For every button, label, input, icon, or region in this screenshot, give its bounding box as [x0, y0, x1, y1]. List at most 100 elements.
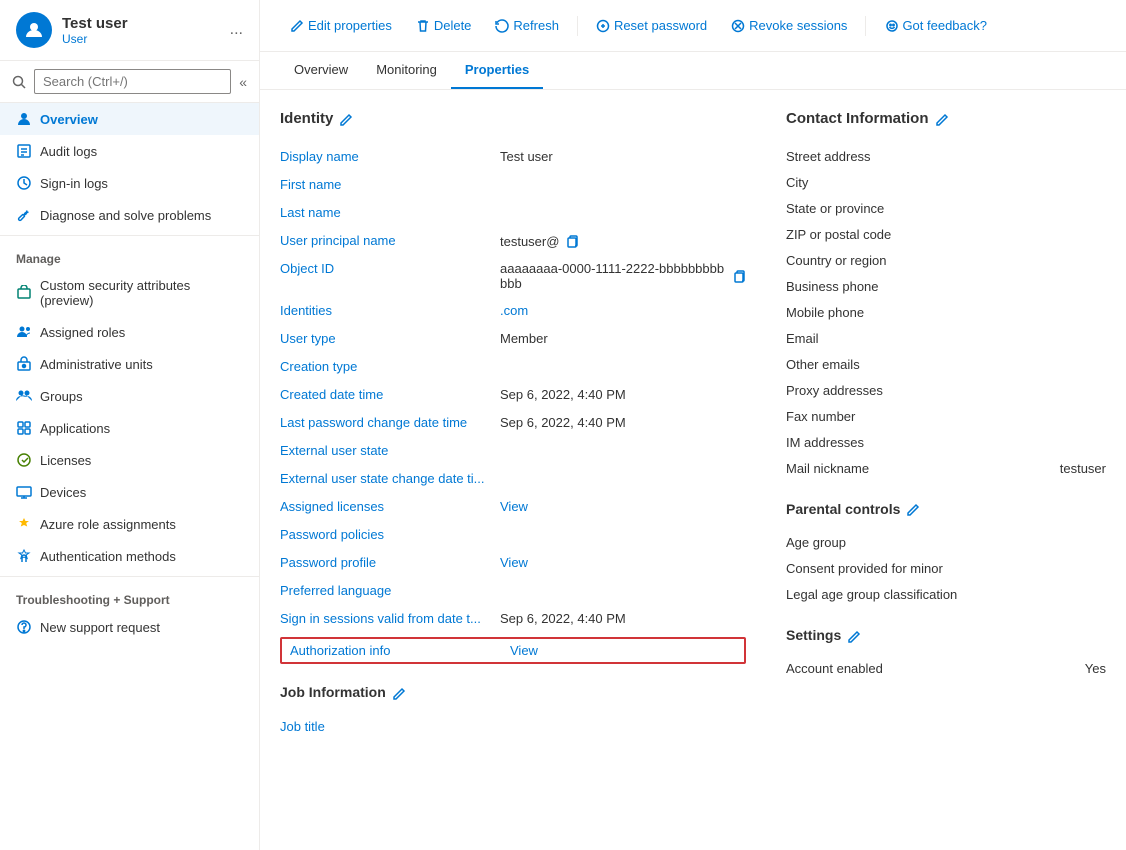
admin-units-icon — [16, 356, 32, 372]
prop-assigned-licenses: Assigned licenses View — [280, 493, 746, 521]
sidebar-item-azure-roles[interactable]: Azure role assignments — [0, 508, 259, 540]
sidebar-item-auth-methods[interactable]: Authentication methods — [0, 540, 259, 572]
sidebar-item-overview[interactable]: Overview — [0, 103, 259, 135]
authorization-info-row: Authorization info View — [280, 637, 746, 664]
prop-first-name: First name — [280, 171, 746, 199]
search-input[interactable] — [34, 69, 231, 94]
auth-methods-label: Authentication methods — [40, 549, 176, 564]
admin-units-label: Administrative units — [40, 357, 153, 372]
contact-section-title: Contact Information — [786, 110, 1106, 127]
licenses-icon — [16, 452, 32, 468]
parental-age-group: Age group — [786, 529, 1106, 555]
overview-label: Overview — [40, 112, 98, 127]
collapse-button[interactable]: « — [239, 74, 247, 90]
feedback-button[interactable]: Got feedback? — [874, 12, 997, 39]
prop-last-name: Last name — [280, 199, 746, 227]
main-content: Edit properties Delete Refresh — [260, 0, 1126, 850]
azure-roles-icon — [16, 516, 32, 532]
contact-state: State or province — [786, 195, 1106, 221]
prop-sign-in-sessions: Sign in sessions valid from date t... Se… — [280, 605, 746, 633]
contact-email: Email — [786, 325, 1106, 351]
prop-user-type: User type Member — [280, 325, 746, 353]
edit-properties-button[interactable]: Edit properties — [280, 12, 402, 39]
manage-section-title: Manage — [0, 240, 259, 270]
prop-last-pw-change: Last password change date time Sep 6, 20… — [280, 409, 746, 437]
sidebar-item-signin-logs[interactable]: Sign-in logs — [0, 167, 259, 199]
wrench-icon — [16, 207, 32, 223]
prop-preferred-language: Preferred language — [280, 577, 746, 605]
sidebar-item-devices[interactable]: Devices — [0, 476, 259, 508]
sidebar: Test user User ... « Overview — [0, 0, 260, 850]
more-options-button[interactable]: ... — [230, 21, 243, 39]
settings-section-title: Settings — [786, 627, 1106, 643]
signin-logs-label: Sign-in logs — [40, 176, 108, 191]
parental-edit-icon[interactable] — [906, 501, 920, 517]
copy-objectid-icon[interactable] — [732, 268, 746, 284]
left-column: Identity Display name Test user First na… — [280, 110, 746, 830]
audit-logs-label: Audit logs — [40, 144, 97, 159]
copy-upn-icon[interactable] — [565, 233, 579, 249]
contact-city: City — [786, 169, 1106, 195]
prop-created-datetime: Created date time Sep 6, 2022, 4:40 PM — [280, 381, 746, 409]
feedback-icon — [884, 19, 898, 33]
contact-mobile: Mobile phone — [786, 299, 1106, 325]
sidebar-item-assigned-roles[interactable]: Assigned roles — [0, 316, 259, 348]
sidebar-item-applications[interactable]: Applications — [0, 412, 259, 444]
revoke-sessions-icon — [731, 19, 745, 33]
revoke-sessions-button[interactable]: Revoke sessions — [721, 12, 857, 39]
search-box: « — [0, 61, 259, 103]
contact-proxy: Proxy addresses — [786, 377, 1106, 403]
sidebar-item-admin-units[interactable]: Administrative units — [0, 348, 259, 380]
toolbar: Edit properties Delete Refresh — [260, 0, 1126, 52]
avatar — [16, 12, 52, 48]
groups-icon — [16, 388, 32, 404]
parental-section-title: Parental controls — [786, 501, 1106, 517]
delete-button[interactable]: Delete — [406, 12, 482, 39]
sidebar-item-audit-logs[interactable]: Audit logs — [0, 135, 259, 167]
parental-consent: Consent provided for minor — [786, 555, 1106, 581]
prop-upn: User principal name testuser@ — [280, 227, 746, 255]
auth-methods-icon — [16, 548, 32, 564]
delete-icon — [416, 19, 430, 33]
assigned-roles-icon — [16, 324, 32, 340]
identity-edit-icon[interactable] — [339, 110, 353, 126]
tab-properties[interactable]: Properties — [451, 52, 543, 89]
settings-edit-icon[interactable] — [847, 627, 861, 643]
prop-creation-type: Creation type — [280, 353, 746, 381]
tab-overview[interactable]: Overview — [280, 52, 362, 89]
tab-monitoring[interactable]: Monitoring — [362, 52, 451, 89]
audit-icon — [16, 143, 32, 159]
prop-password-profile: Password profile View — [280, 549, 746, 577]
right-column: Contact Information Street address City — [786, 110, 1106, 830]
diagnose-label: Diagnose and solve problems — [40, 208, 211, 223]
search-icon — [12, 75, 26, 89]
job-edit-icon[interactable] — [392, 684, 406, 700]
new-support-label: New support request — [40, 620, 160, 635]
contact-edit-icon[interactable] — [935, 110, 949, 126]
sidebar-item-custom-security[interactable]: Custom security attributes (preview) — [0, 270, 259, 316]
parental-legal-age: Legal age group classification — [786, 581, 1106, 607]
support-icon — [16, 619, 32, 635]
refresh-button[interactable]: Refresh — [485, 12, 569, 39]
assigned-roles-label: Assigned roles — [40, 325, 125, 340]
reset-password-icon — [596, 19, 610, 33]
sidebar-item-diagnose[interactable]: Diagnose and solve problems — [0, 199, 259, 231]
edit-icon — [290, 19, 304, 33]
licenses-label: Licenses — [40, 453, 91, 468]
sidebar-item-groups[interactable]: Groups — [0, 380, 259, 412]
contact-zip: ZIP or postal code — [786, 221, 1106, 247]
applications-icon — [16, 420, 32, 436]
content-area: Identity Display name Test user First na… — [260, 90, 1126, 850]
refresh-icon — [495, 19, 509, 33]
prop-identities: Identities .com — [280, 297, 746, 325]
job-section-title: Job Information — [280, 684, 746, 700]
reset-password-button[interactable]: Reset password — [586, 12, 717, 39]
tabs: Overview Monitoring Properties — [260, 52, 1126, 90]
prop-password-policies: Password policies — [280, 521, 746, 549]
prop-external-state-change: External user state change date ti... — [280, 465, 746, 493]
sidebar-item-new-support[interactable]: New support request — [0, 611, 259, 643]
person-icon — [16, 111, 32, 127]
contact-street: Street address — [786, 143, 1106, 169]
sidebar-item-licenses[interactable]: Licenses — [0, 444, 259, 476]
settings-account-enabled: Account enabled Yes — [786, 656, 1106, 682]
